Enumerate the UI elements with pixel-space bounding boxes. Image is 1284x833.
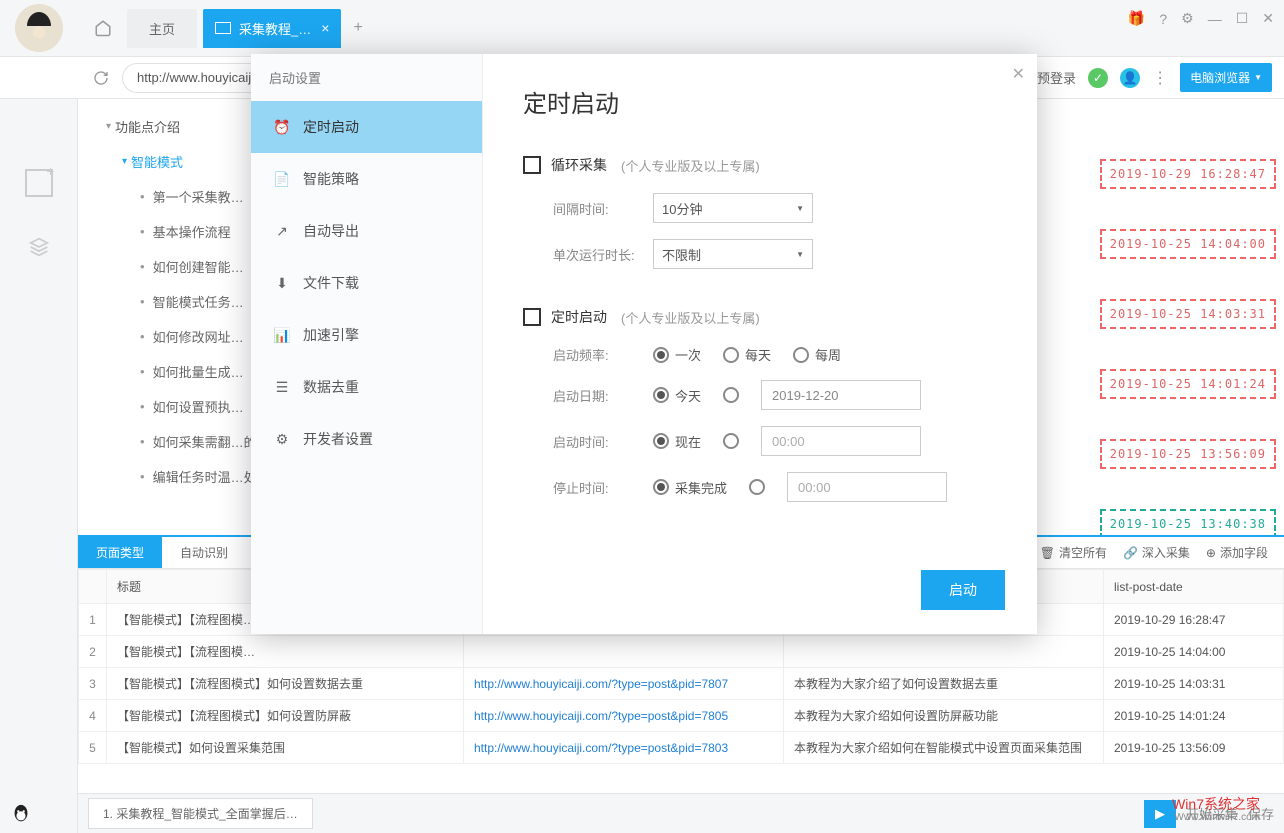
clear-all-button[interactable]: 🗑 清空所有	[1040, 544, 1107, 561]
stop-custom-radio[interactable]	[749, 479, 765, 495]
interval-select[interactable]: 10分钟	[653, 193, 813, 223]
titlebar: 主页 采集教程_… × + 🎁 ? ⚙ — ☐ ✕	[0, 0, 1284, 57]
status-blue-icon[interactable]: 👤	[1120, 68, 1140, 88]
loop-collect-label: 循环采集	[551, 155, 607, 175]
table-row[interactable]: 2【智能模式】【流程图模…2019-10-25 14:04:00	[79, 636, 1284, 668]
stop-done-radio[interactable]: 采集完成	[653, 478, 727, 497]
freq-daily-radio[interactable]: 每天	[723, 345, 771, 364]
time-input[interactable]: 00:00	[761, 426, 921, 456]
reload-icon[interactable]	[90, 67, 112, 89]
maximize-icon[interactable]: ☐	[1236, 10, 1249, 27]
dlg-item-strategy[interactable]: 📄智能策略	[251, 153, 482, 205]
stop-input[interactable]: 00:00	[787, 472, 947, 502]
loop-collect-checkbox[interactable]	[523, 156, 541, 174]
close-window-icon[interactable]: ✕	[1262, 10, 1274, 27]
tab-active-label: 采集教程_…	[239, 19, 311, 38]
tab-home[interactable]: 主页	[127, 9, 197, 48]
ts-box: 2019-10-25 13:40:38	[1100, 509, 1276, 535]
ts-box: 2019-10-25 14:04:00	[1100, 229, 1276, 259]
note-icon: 📄	[273, 170, 291, 188]
plan-note: (个人专业版及以上专属)	[621, 156, 760, 175]
dlg-item-download[interactable]: ⬇文件下载	[251, 257, 482, 309]
deep-collect-button[interactable]: 🔗 深入采集	[1123, 544, 1190, 561]
home-icon[interactable]	[83, 8, 123, 48]
col-num	[79, 570, 107, 604]
time-label: 启动时间:	[553, 432, 653, 451]
list-icon: ☰	[273, 378, 291, 396]
ts-box: 2019-10-25 14:01:24	[1100, 369, 1276, 399]
watermark: Win7系统之家 Www.Winwin7.com	[1172, 797, 1260, 823]
time-custom-radio[interactable]	[723, 433, 739, 449]
schedule-label: 定时启动	[551, 307, 607, 327]
stop-label: 停止时间:	[553, 478, 653, 497]
col-date[interactable]: list-post-date	[1104, 570, 1284, 604]
plan-note: (个人专业版及以上专属)	[621, 308, 760, 327]
layers-icon[interactable]	[26, 237, 52, 257]
ts-box: 2019-10-25 14:03:31	[1100, 299, 1276, 329]
single-run-select[interactable]: 不限制	[653, 239, 813, 269]
table-row[interactable]: 3【智能模式】【流程图模式】如何设置数据去重http://www.houyica…	[79, 668, 1284, 700]
dlg-item-engine[interactable]: 📊加速引擎	[251, 309, 482, 361]
speed-icon: 📊	[273, 326, 291, 344]
date-input[interactable]: 2019-12-20	[761, 380, 921, 410]
interval-label: 间隔时间:	[553, 199, 653, 218]
tab-auto-detect[interactable]: 自动识别	[162, 537, 246, 568]
ts-box: 2019-10-29 16:28:47	[1100, 159, 1276, 189]
table-row[interactable]: 4【智能模式】【流程图模式】如何设置防屏蔽http://www.houyicai…	[79, 700, 1284, 732]
help-icon[interactable]: ?	[1159, 11, 1167, 27]
gear-icon: ⚙	[273, 430, 291, 448]
clock-icon: ⏰	[273, 118, 291, 136]
table-row[interactable]: 5【智能模式】如何设置采集范围http://www.houyicaiji.com…	[79, 732, 1284, 764]
tab-page-type[interactable]: 页面类型	[78, 537, 162, 568]
dlg-item-schedule[interactable]: ⏰定时启动	[251, 101, 482, 153]
add-tab-icon[interactable]: +	[353, 19, 362, 37]
dlg-item-export[interactable]: ↗自动导出	[251, 205, 482, 257]
dlg-item-dedup[interactable]: ☰数据去重	[251, 361, 482, 413]
ts-box: 2019-10-25 13:56:09	[1100, 439, 1276, 469]
date-today-radio[interactable]: 今天	[653, 386, 701, 405]
freq-label: 启动频率:	[553, 345, 653, 364]
add-field-button[interactable]: ⊕ 添加字段	[1206, 544, 1268, 561]
more-icon[interactable]: ⋮	[1152, 68, 1168, 88]
dialog-title: 定时启动	[523, 84, 997, 119]
time-now-radio[interactable]: 现在	[653, 432, 701, 451]
left-rail	[0, 99, 78, 833]
minimize-icon[interactable]: —	[1208, 11, 1222, 27]
prelogin-link[interactable]: 预登录	[1037, 68, 1076, 87]
status-green-icon[interactable]: ✓	[1088, 68, 1108, 88]
single-run-label: 单次运行时长:	[553, 245, 653, 264]
dialog-section-title: 启动设置	[251, 54, 482, 101]
export-icon: ↗	[273, 222, 291, 240]
browser-mode-button[interactable]: 电脑浏览器	[1180, 63, 1272, 92]
settings-dialog: ✕ 启动设置 ⏰定时启动 📄智能策略 ↗自动导出 ⬇文件下载 📊加速引擎 ☰数据…	[251, 54, 1037, 634]
gear-icon[interactable]: ⚙	[1181, 10, 1194, 27]
date-custom-radio[interactable]	[723, 387, 739, 403]
qq-icon[interactable]	[10, 803, 32, 825]
avatar[interactable]	[15, 4, 63, 52]
gift-icon[interactable]: 🎁	[1128, 10, 1145, 27]
launch-button[interactable]: 启动	[921, 570, 1005, 610]
window-icon	[215, 22, 231, 34]
freq-once-radio[interactable]: 一次	[653, 345, 701, 364]
date-label: 启动日期:	[553, 386, 653, 405]
dlg-item-developer[interactable]: ⚙开发者设置	[251, 413, 482, 465]
schedule-checkbox[interactable]	[523, 308, 541, 326]
status-tab[interactable]: 1. 采集教程_智能模式_全面掌握后…	[88, 798, 313, 829]
freq-weekly-radio[interactable]: 每周	[793, 345, 841, 364]
new-task-icon[interactable]	[25, 169, 53, 197]
tab-active[interactable]: 采集教程_… ×	[203, 9, 341, 48]
download-icon: ⬇	[273, 274, 291, 292]
status-bar: 1. 采集教程_智能模式_全面掌握后… ▶ 开始采集 保存	[78, 793, 1284, 833]
close-icon[interactable]: ×	[321, 20, 329, 36]
